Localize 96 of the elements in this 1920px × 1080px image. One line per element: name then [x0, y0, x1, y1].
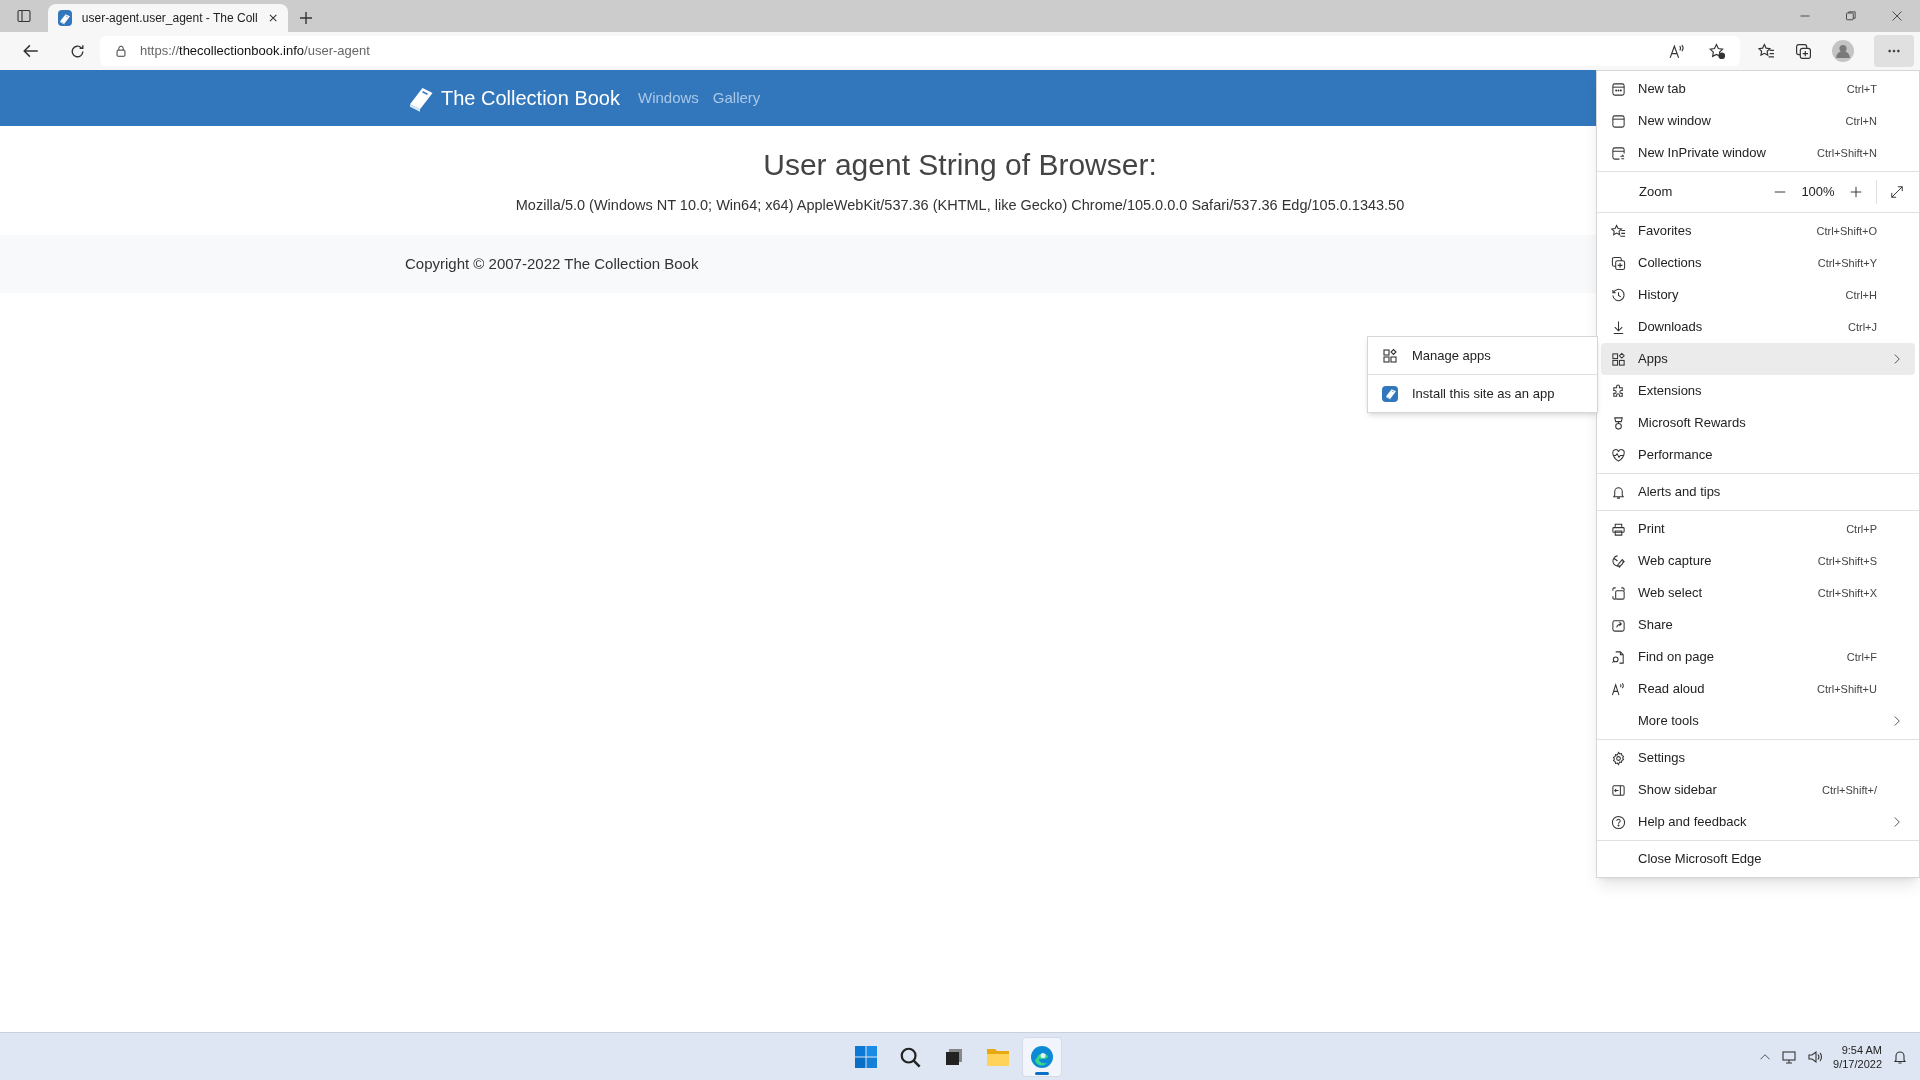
- shortcut-text: Ctrl+H: [1845, 287, 1878, 303]
- address-bar[interactable]: https://thecollectionbook.info/user-agent: [100, 36, 1740, 66]
- heartbeat-icon: [1611, 447, 1626, 463]
- plus-icon: [1849, 185, 1863, 199]
- printer-icon: [1611, 521, 1626, 537]
- url-text: https://thecollectionbook.info/user-agent: [140, 42, 370, 61]
- apps-icon: [1611, 351, 1626, 367]
- submenu-item[interactable]: Manage apps: [1368, 337, 1597, 374]
- task-view-icon: [944, 1046, 964, 1067]
- menu-item[interactable]: Share: [1601, 609, 1915, 641]
- sidebar-icon: [1611, 782, 1626, 798]
- page-heading: User agent String of Browser:: [763, 147, 1157, 183]
- site-logo[interactable]: The Collection Book: [405, 83, 620, 113]
- shortcut-text: Ctrl+Shift+/: [1821, 782, 1878, 798]
- menu-item[interactable]: Close Microsoft Edge: [1601, 843, 1915, 875]
- network-icon: [1781, 1048, 1798, 1065]
- profile-avatar-icon[interactable]: [1832, 40, 1854, 62]
- collections-icon: [1611, 255, 1626, 271]
- menu-item[interactable]: History Ctrl+H: [1601, 279, 1915, 311]
- history-icon: [1611, 287, 1626, 303]
- window-icon: [1611, 113, 1626, 129]
- search-icon: [899, 1045, 921, 1068]
- shortcut-text: Ctrl+Shift+Y: [1817, 255, 1878, 271]
- puzzle-piece-icon: [1611, 383, 1626, 399]
- shortcut-text: Ctrl+N: [1845, 113, 1878, 129]
- bell-icon: [1611, 484, 1626, 500]
- find-on-page-icon: [1611, 649, 1626, 665]
- new-tab-icon: [298, 10, 314, 26]
- menu-item[interactable]: Performance: [1601, 439, 1915, 471]
- menu-item[interactable]: Downloads Ctrl+J: [1601, 311, 1915, 343]
- shortcut-text: Ctrl+T: [1846, 81, 1878, 97]
- back-icon: [22, 42, 41, 60]
- windows-logo-icon: [855, 1045, 877, 1068]
- menu-item[interactable]: Find on page Ctrl+F: [1601, 641, 1915, 673]
- close-icon: [267, 12, 278, 24]
- menu-item[interactable]: Alerts and tips: [1601, 476, 1915, 508]
- settings-icon: [1611, 750, 1626, 766]
- menu-item-label: Zoom: [1639, 183, 1674, 202]
- menu-item[interactable]: New tab Ctrl+T: [1601, 73, 1915, 105]
- browser-tab[interactable]: user-agent.user_agent - The Coll: [48, 4, 288, 32]
- site-app-icon: [1382, 385, 1398, 402]
- menu-item[interactable]: Microsoft Rewards: [1601, 407, 1915, 439]
- inprivate-window-icon: [1611, 145, 1626, 161]
- menu-item[interactable]: Web capture Ctrl+Shift+S: [1601, 545, 1915, 577]
- tab-title: user-agent.user_agent - The Coll: [81, 10, 258, 27]
- menu-item[interactable]: More tools: [1601, 705, 1915, 737]
- clock-date: 9/17/2022: [1833, 1056, 1882, 1071]
- expand-icon: [1890, 185, 1904, 199]
- shortcut-text: Ctrl+Shift+X: [1817, 585, 1878, 601]
- menu-item[interactable]: Web select Ctrl+Shift+X: [1601, 577, 1915, 609]
- web-capture-icon: [1611, 553, 1626, 569]
- menu-item[interactable]: Read aloud Ctrl+Shift+U: [1601, 673, 1915, 705]
- zoom-level: 100%: [1800, 183, 1836, 202]
- menu-item[interactable]: Favorites Ctrl+Shift+O: [1601, 215, 1915, 247]
- menu-item[interactable]: Collections Ctrl+Shift+Y: [1601, 247, 1915, 279]
- menu-item[interactable]: Extensions: [1601, 375, 1915, 407]
- copyright-text: Copyright © 2007-2022 The Collection Book: [405, 253, 699, 274]
- new-tab-icon: [1611, 81, 1626, 97]
- favorites-icon: [1758, 42, 1775, 60]
- read-aloud-icon: [1611, 681, 1626, 697]
- menu-item[interactable]: Show sidebar Ctrl+Shift+/: [1601, 774, 1915, 806]
- trophy-icon: [1611, 415, 1626, 431]
- download-icon: [1611, 319, 1626, 335]
- menu-item[interactable]: Help and feedback: [1601, 806, 1915, 838]
- star-add-icon: [1709, 42, 1726, 60]
- read-aloud-icon: [1668, 42, 1685, 60]
- menu-item[interactable]: New InPrivate window Ctrl+Shift+N: [1601, 137, 1915, 169]
- web-select-icon: [1611, 585, 1626, 601]
- user-agent-text: Mozilla/5.0 (Windows NT 10.0; Win64; x64) AppleWebKit/537.36 (KHTML, like Gecko) Chrome/105.0.0.0 Safari/537.36 Edg/105.0.1343.50: [515, 196, 1405, 215]
- menu-item[interactable]: New window Ctrl+N: [1601, 105, 1915, 137]
- shortcut-text: Ctrl+Shift+O: [1816, 223, 1878, 239]
- restore-icon: [1845, 10, 1857, 22]
- browser-logo-icon: [1030, 1044, 1054, 1069]
- help-icon: [1611, 814, 1626, 830]
- clock-time: 9:54 AM: [1841, 1042, 1882, 1057]
- shortcut-text: Ctrl+Shift+N: [1817, 145, 1878, 161]
- shortcut-text: Ctrl+J: [1847, 319, 1878, 335]
- volume-icon: [1807, 1048, 1824, 1065]
- notification-icon: [1892, 1048, 1908, 1065]
- sidebar-icon: [16, 8, 32, 24]
- shortcut-text: Ctrl+P: [1846, 521, 1878, 537]
- share-icon: [1611, 617, 1626, 633]
- edge-browser-button[interactable]: [1022, 1036, 1062, 1077]
- shortcut-text: Ctrl+Shift+S: [1817, 553, 1878, 569]
- menu-item[interactable]: Settings: [1601, 742, 1915, 774]
- apps-icon: [1382, 347, 1398, 364]
- submenu-item[interactable]: Install this site as an app: [1368, 375, 1597, 412]
- menu-item[interactable]: Print Ctrl+P: [1601, 513, 1915, 545]
- menu-item[interactable]: Apps: [1601, 343, 1915, 375]
- collections-icon: [1795, 42, 1812, 60]
- favorites-icon: [1611, 223, 1626, 239]
- site-favicon-icon: [58, 10, 72, 26]
- close-icon: [1891, 10, 1903, 22]
- lock-icon: [114, 44, 128, 58]
- shortcut-text: Ctrl+F: [1846, 649, 1878, 665]
- shortcut-text: Ctrl+Shift+U: [1817, 681, 1878, 697]
